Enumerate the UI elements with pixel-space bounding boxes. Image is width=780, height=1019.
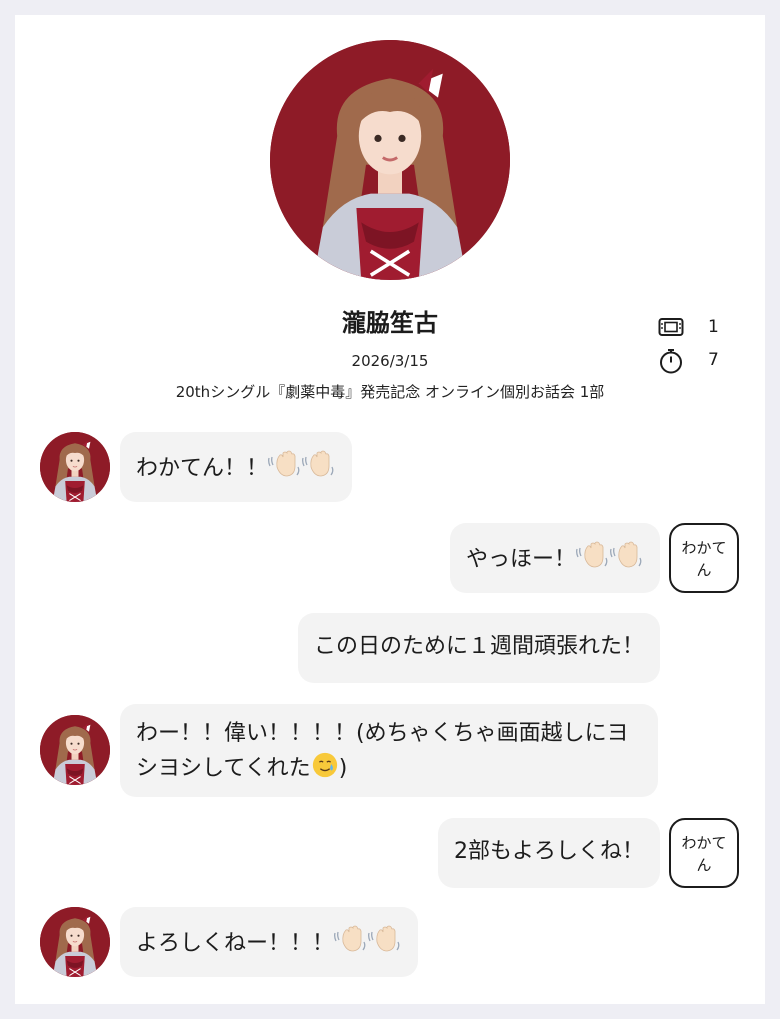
- message-text-end: ): [338, 756, 348, 781]
- message-text: やっほー！: [465, 547, 576, 572]
- minutes-count: 7: [658, 348, 728, 374]
- waving-hand-emoji: [576, 540, 610, 570]
- minutes-count-value: 7: [708, 350, 719, 370]
- waving-hand-emoji: [334, 924, 368, 954]
- ticket-count: 1: [658, 315, 728, 339]
- member-message-bubble: よろしくねー！！！: [120, 907, 419, 977]
- recipient-tag: わかてん: [669, 523, 739, 593]
- waving-hand-emoji: [302, 449, 336, 479]
- ticket-count-value: 1: [708, 317, 719, 337]
- member-avatar[interactable]: [40, 432, 110, 502]
- waving-hand-emoji: [610, 540, 644, 570]
- stopwatch-icon: [658, 348, 684, 374]
- fan-message-bubble: この日のために１週間頑張れた！: [297, 613, 660, 683]
- message-text: よろしくねー！！！: [136, 931, 335, 956]
- message-text: わー！！偉い！！！！(めちゃくちゃ画面越しにヨシヨシしてくれた: [136, 721, 629, 781]
- member-avatar[interactable]: [40, 715, 110, 785]
- waving-hand-emoji: [368, 924, 402, 954]
- waving-hand-emoji: [268, 449, 302, 479]
- smiling-face-with-tear-emoji: [311, 751, 339, 779]
- fan-message-bubble: やっほー！: [449, 523, 660, 593]
- member-name: 瀧脇笙古: [342, 309, 438, 337]
- message-text: 2部もよろしくね！: [454, 839, 644, 864]
- member-profile-photo[interactable]: [270, 40, 510, 280]
- fan-message-bubble: 2部もよろしくね！: [438, 818, 660, 888]
- member-message-bubble: わかてん！！: [120, 432, 353, 502]
- recipient-tag: わかてん: [669, 818, 739, 888]
- member-avatar[interactable]: [40, 907, 110, 977]
- session-date: 2026/3/15: [351, 352, 429, 370]
- message-text: この日のために１週間頑張れた！: [313, 634, 644, 659]
- ticket-icon: [658, 315, 684, 339]
- member-message-bubble: わー！！偉い！！！！(めちゃくちゃ画面越しにヨシヨシしてくれた): [120, 704, 658, 797]
- message-text: わかてん！！: [136, 456, 269, 481]
- event-title: 20thシングル『劇薬中毒』発売記念 オンライン個別お話会 1部: [175, 383, 605, 401]
- chat-log-card: 瀧脇笙古 2026/3/15 20thシングル『劇薬中毒』発売記念 オンライン個…: [15, 15, 765, 1004]
